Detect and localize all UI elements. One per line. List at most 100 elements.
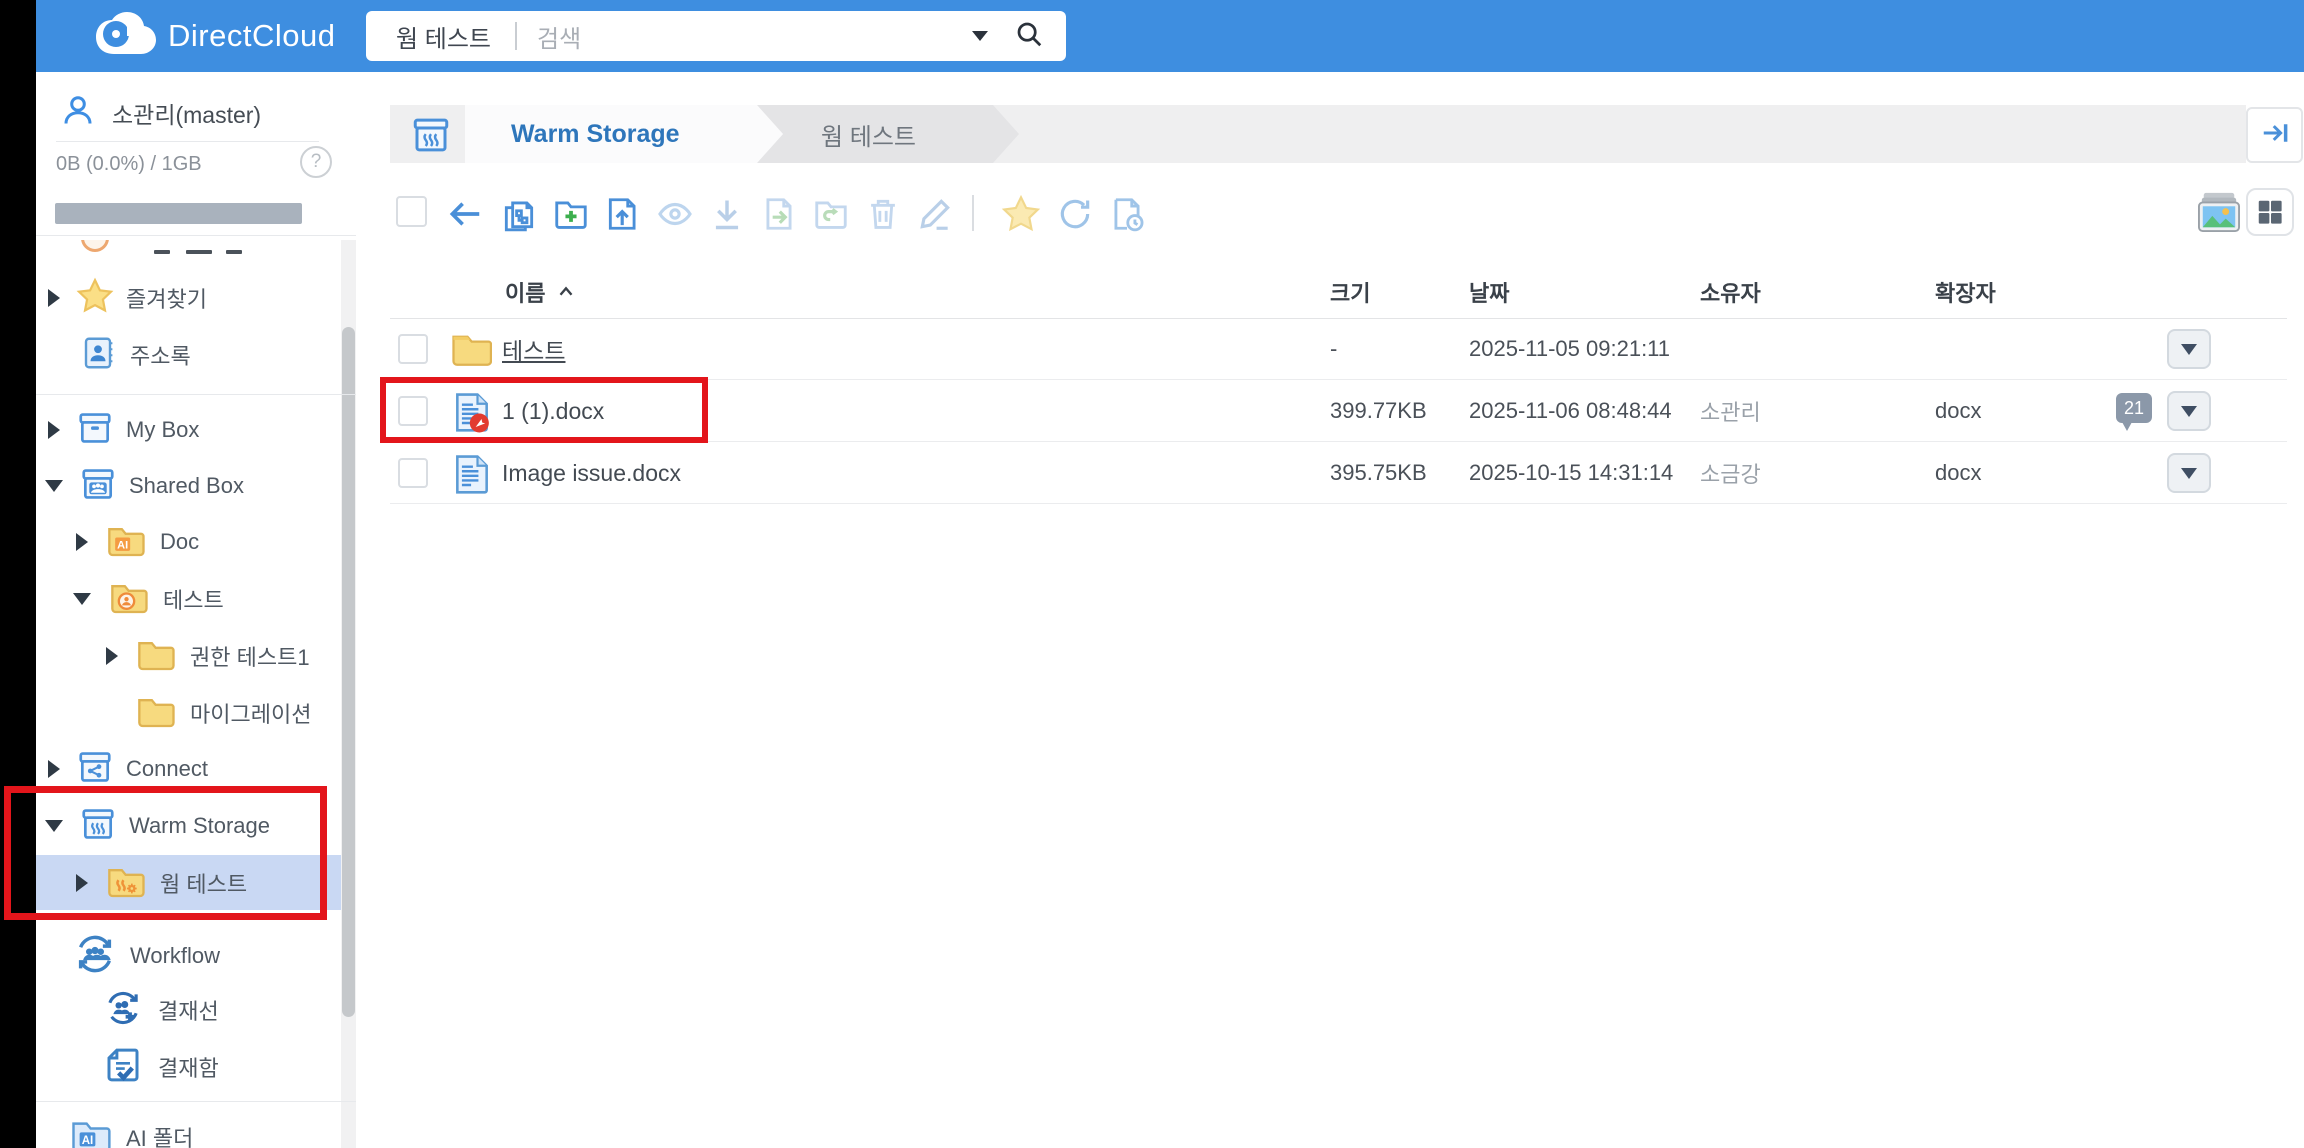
column-header-owner[interactable]: 소유자 <box>1700 267 1761 317</box>
screen-edge-strip <box>0 0 36 1148</box>
sidebar-item-addressbook[interactable]: 주소록 <box>36 332 191 378</box>
clipped-tree-item-icon <box>81 240 111 255</box>
delete-button[interactable] <box>862 193 904 235</box>
copy-icon <box>504 201 534 232</box>
download-button[interactable] <box>706 193 748 235</box>
image-view-button[interactable] <box>2194 187 2244 237</box>
divider <box>36 394 356 395</box>
table-row[interactable]: 1 (1).docx 399.77KB 2025-11-06 08:48:44 … <box>356 380 2304 442</box>
sidebar-item-perm-test1[interactable]: 권한 테스트1 <box>36 633 310 679</box>
column-header-label: 날짜 <box>1469 281 1510 306</box>
ai-folder-icon: AI <box>70 1114 112 1148</box>
column-header-label: 크기 <box>1330 281 1371 306</box>
sidebar-item-warm-storage[interactable]: Warm Storage <box>36 803 270 849</box>
sidebar-item-label: Shared Box <box>129 473 244 498</box>
sidebar-item-sharedbox[interactable]: Shared Box <box>36 463 244 509</box>
upload-button[interactable] <box>602 193 644 235</box>
sidebar-item-workflow[interactable]: Workflow <box>36 933 220 979</box>
expand-arrow-icon[interactable] <box>106 647 118 665</box>
connect-box-icon <box>76 748 114 791</box>
sidebar-item-approval-line[interactable]: 결재선 <box>36 987 219 1033</box>
sidebar-item-label: 권한 테스트1 <box>190 645 310 670</box>
folder-icon <box>136 691 176 736</box>
sidebar-item-warm-test[interactable]: 웜 테스트 <box>36 860 247 906</box>
collapse-arrow-bar-icon <box>2260 118 2290 153</box>
sidebar-item-favorites[interactable]: 즐겨찾기 <box>36 275 207 321</box>
toolbar-divider <box>972 195 974 231</box>
sidebar-item-label: 마이그레이션 <box>190 702 312 727</box>
divider <box>36 235 356 236</box>
sidebar-item-ai-folder[interactable]: AI AI 폴더 <box>36 1114 193 1148</box>
move-button[interactable] <box>758 193 800 235</box>
row-checkbox[interactable] <box>398 396 428 426</box>
row-actions-dropdown[interactable] <box>2167 329 2211 369</box>
sidebar-item-migration[interactable]: 마이그레이션 <box>36 690 311 736</box>
breadcrumb-current-label: 웜 테스트 <box>821 123 916 151</box>
expand-arrow-icon[interactable] <box>76 874 88 892</box>
file-size: 395.75KB <box>1330 460 1427 485</box>
search-input[interactable]: 검색 <box>537 19 972 54</box>
file-name-link[interactable]: Image issue.docx <box>502 442 681 504</box>
table-row[interactable]: 테스트 - 2025-11-05 09:21:11 <box>356 318 2304 380</box>
search-scope-value[interactable]: 웜 테스트 <box>396 19 491 54</box>
favorite-button[interactable] <box>1000 193 1042 235</box>
expand-arrow-icon[interactable] <box>48 289 60 307</box>
scope-dropdown-caret-icon[interactable] <box>972 31 988 41</box>
expand-arrow-icon[interactable] <box>48 760 60 778</box>
file-owner: 소금강 <box>1700 462 1761 487</box>
select-all-checkbox[interactable] <box>396 196 427 227</box>
row-checkbox[interactable] <box>398 458 428 488</box>
sidebar-item-connect[interactable]: Connect <box>36 746 208 792</box>
restore-button[interactable] <box>810 193 852 235</box>
expand-arrow-icon[interactable] <box>76 533 88 551</box>
new-folder-icon <box>555 201 587 229</box>
breadcrumb-root[interactable]: Warm Storage <box>465 105 783 163</box>
rename-button[interactable] <box>914 193 956 235</box>
column-header-label: 이름 <box>505 281 546 306</box>
brand-logo[interactable]: DirectCloud <box>94 11 335 60</box>
comment-count-badge[interactable]: 21 <box>2116 393 2152 431</box>
column-header-name[interactable]: 이름 <box>505 267 577 317</box>
sidebar-item-mybox[interactable]: My Box <box>36 407 199 453</box>
refresh-button[interactable] <box>1054 193 1096 235</box>
user-account[interactable]: 소관리(master) <box>60 92 261 133</box>
back-button[interactable] <box>444 193 486 235</box>
row-actions-dropdown[interactable] <box>2167 453 2211 493</box>
sidebar-item-label: AI 폴더 <box>126 1126 194 1148</box>
collapse-arrow-icon[interactable] <box>73 593 91 605</box>
row-actions-dropdown[interactable] <box>2167 391 2211 431</box>
warm-storage-breadcrumb-icon <box>410 114 452 161</box>
row-checkbox[interactable] <box>398 334 428 364</box>
collapse-arrow-icon[interactable] <box>45 820 63 832</box>
address-book-icon <box>80 335 116 376</box>
collapse-panel-button[interactable] <box>2246 107 2303 163</box>
table-row[interactable]: Image issue.docx 395.75KB 2025-10-15 14:… <box>356 442 2304 504</box>
search-icon[interactable] <box>1014 19 1066 54</box>
column-header-size[interactable]: 크기 <box>1330 267 1370 317</box>
ai-doc-folder-icon: AI <box>106 520 146 565</box>
sidebar-item-doc[interactable]: AI Doc <box>36 519 199 565</box>
sidebar-scrollbar-thumb[interactable] <box>342 327 355 1017</box>
copy-button[interactable] <box>498 193 540 235</box>
sidebar-item-label: 결재함 <box>158 1056 219 1081</box>
grid-view-button[interactable] <box>2246 188 2294 236</box>
column-header-date[interactable]: 날짜 <box>1469 267 1509 317</box>
sidebar-item-test-folder[interactable]: 테스트 <box>36 576 224 622</box>
upload-icon <box>608 198 636 230</box>
expand-arrow-icon[interactable] <box>48 421 60 439</box>
sort-ascending-icon <box>560 286 573 296</box>
breadcrumb-current[interactable]: 웜 테스트 <box>757 105 1019 163</box>
sidebar-item-label: Doc <box>160 529 200 554</box>
search-bar[interactable]: 웜 테스트 검색 <box>366 11 1066 61</box>
collapse-arrow-icon[interactable] <box>45 480 63 492</box>
clipped-text-fragment <box>186 250 212 254</box>
new-folder-button[interactable] <box>550 193 592 235</box>
help-icon[interactable]: ? <box>300 146 332 178</box>
file-date: 2025-10-15 14:31:14 <box>1469 460 1674 485</box>
preview-button[interactable] <box>654 193 696 235</box>
sidebar-item-approval-box[interactable]: 결재함 <box>36 1044 219 1090</box>
column-header-ext[interactable]: 확장자 <box>1935 267 1996 317</box>
file-name-link[interactable]: 테스트 <box>502 318 565 380</box>
file-name-link[interactable]: 1 (1).docx <box>502 380 604 442</box>
version-history-button[interactable] <box>1106 193 1148 235</box>
